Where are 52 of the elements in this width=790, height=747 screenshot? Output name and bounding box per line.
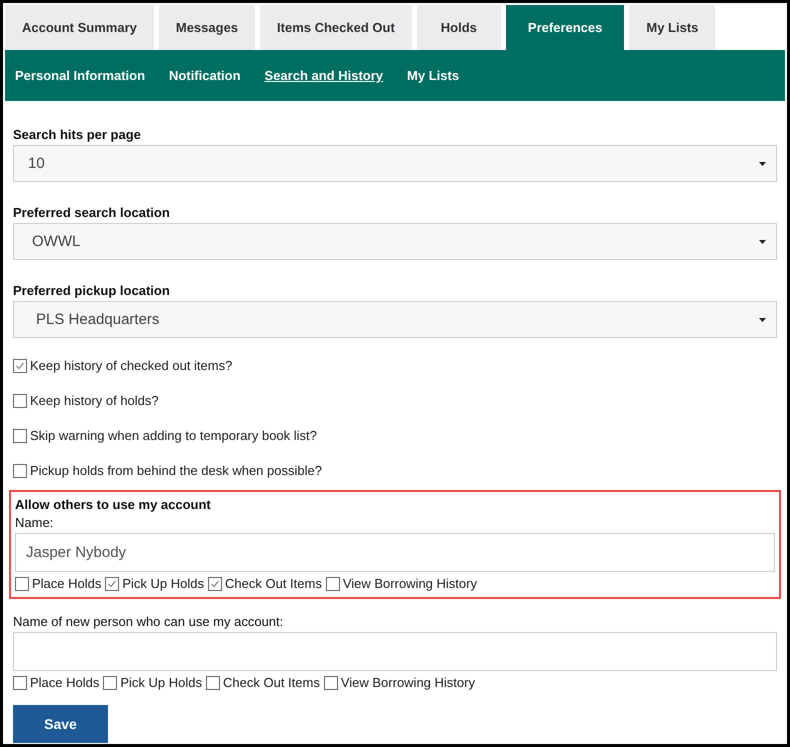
checkbox[interactable] xyxy=(13,428,27,442)
checkbox[interactable] xyxy=(13,464,27,478)
field-label: Preferred pickup location xyxy=(13,283,171,298)
checkbox-label: View Borrowing History xyxy=(340,675,475,690)
checkbox-label: Check Out Items xyxy=(225,576,322,591)
checkbox-label: Keep history of holds? xyxy=(30,393,159,408)
caret-icon xyxy=(759,240,766,244)
checkbox-label: Pick Up Holds xyxy=(122,576,204,591)
checkbox[interactable] xyxy=(326,576,340,590)
sub-navigation-link[interactable]: Search and History xyxy=(264,68,384,83)
checkbox[interactable] xyxy=(13,358,27,372)
checkbox[interactable] xyxy=(324,676,338,690)
checkbox[interactable] xyxy=(105,576,120,590)
field-label: Preferred search location xyxy=(13,205,171,220)
tab[interactable]: Preferences xyxy=(506,5,624,50)
caret-icon xyxy=(759,162,766,166)
checkbox[interactable] xyxy=(13,394,27,408)
checkbox[interactable] xyxy=(103,676,118,690)
field-label: Search hits per page xyxy=(13,127,142,142)
sub-navigation-link[interactable]: Personal Information xyxy=(15,68,146,83)
checkbox-label: Place Holds xyxy=(32,576,102,591)
checkbox-label: Keep history of checked out items? xyxy=(30,358,232,373)
checkbox[interactable] xyxy=(208,576,222,590)
checkbox-label: Place Holds xyxy=(30,675,100,690)
tab[interactable]: Messages xyxy=(158,5,256,50)
checkmark-icon xyxy=(107,578,118,588)
sub-navigation-link[interactable]: Notification xyxy=(169,68,241,83)
tab[interactable]: Account Summary xyxy=(5,5,154,50)
checkbox[interactable] xyxy=(206,676,220,690)
tab[interactable]: Items Checked Out xyxy=(260,5,412,50)
tab[interactable]: My Lists xyxy=(629,5,716,50)
select-field[interactable]: 10 xyxy=(13,145,777,182)
checkbox-label: Pick Up Holds xyxy=(120,675,202,690)
checkmark-icon xyxy=(210,578,220,588)
select-field[interactable]: OWWL xyxy=(13,223,777,260)
name-field[interactable] xyxy=(13,632,777,671)
checkbox-label: Check Out Items xyxy=(223,675,320,690)
section-title: Allow others to use my account xyxy=(15,497,212,512)
checkbox-label: Skip warning when adding to temporary book list? xyxy=(30,428,317,443)
checkbox-label: Pickup holds from behind the desk when possible? xyxy=(30,463,322,478)
checkbox[interactable] xyxy=(15,576,29,590)
select-field[interactable]: PLS Headquarters xyxy=(13,301,777,338)
checkbox-label: View Borrowing History xyxy=(342,576,477,591)
field-label: Name of new person who can use my account: xyxy=(13,614,284,629)
sub-navigation-link[interactable]: My Lists xyxy=(407,68,460,83)
name-field[interactable]: Jasper Nybody xyxy=(15,533,775,572)
tab[interactable]: Holds xyxy=(416,5,501,50)
save-button[interactable]: Save xyxy=(13,705,108,743)
caret-icon xyxy=(759,318,766,322)
checkbox[interactable] xyxy=(13,676,27,690)
checkmark-icon xyxy=(15,360,25,370)
field-label: Name: xyxy=(15,515,54,530)
